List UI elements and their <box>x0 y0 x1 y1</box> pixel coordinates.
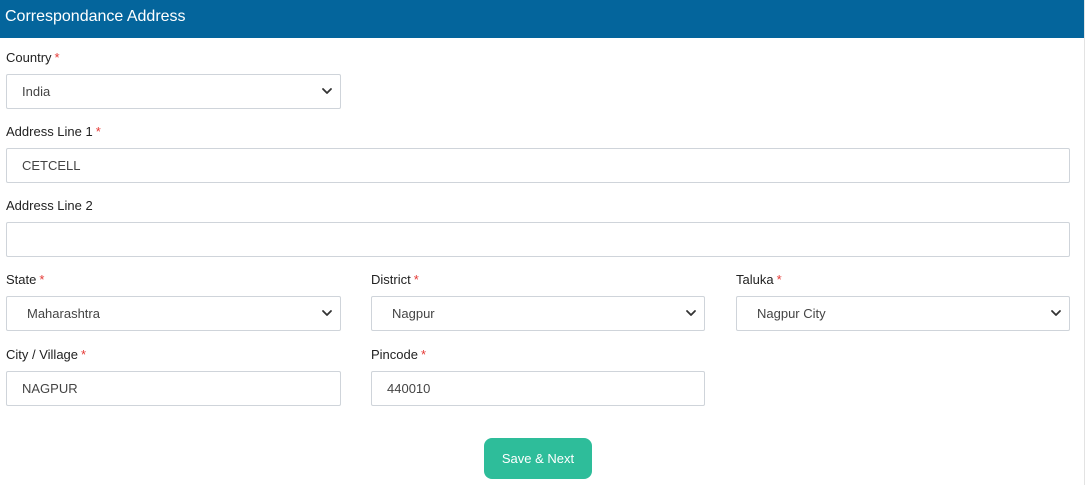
country-select-value: India <box>22 84 51 99</box>
chevron-down-icon <box>1050 307 1062 319</box>
country-label-text: Country <box>6 50 52 65</box>
address-line-1-input[interactable]: CETCELL <box>6 148 1070 183</box>
pincode-value: 440010 <box>387 381 431 396</box>
required-mark: * <box>420 347 427 362</box>
city-village-label: City / Village * <box>6 347 86 362</box>
address-line-2-input[interactable] <box>6 222 1070 257</box>
country-select[interactable]: India <box>6 74 341 109</box>
city-village-input[interactable]: NAGPUR <box>6 371 341 406</box>
taluka-select-value: Nagpur City <box>757 306 826 321</box>
address-line-2-label: Address Line 2 <box>6 198 93 213</box>
required-mark: * <box>95 124 101 139</box>
district-label-text: District <box>371 272 411 287</box>
address-line-1-label: Address Line 1 * <box>6 124 101 139</box>
district-select-value: Nagpur <box>392 306 435 321</box>
state-select-value: Maharashtra <box>27 306 100 321</box>
required-mark: * <box>776 272 782 287</box>
pincode-input[interactable]: 440010 <box>371 371 705 406</box>
required-mark: * <box>54 50 60 65</box>
address-line-1-label-text: Address Line 1 <box>6 124 93 139</box>
pincode-label: Pincode * <box>371 347 426 362</box>
pincode-label-text: Pincode <box>371 347 418 362</box>
chevron-down-icon <box>685 307 697 319</box>
required-mark: * <box>413 272 419 287</box>
address-line-1-value: CETCELL <box>22 158 81 173</box>
chevron-down-icon <box>321 307 333 319</box>
address-line-2-label-text: Address Line 2 <box>6 198 93 213</box>
save-next-button[interactable]: Save & Next <box>484 438 592 479</box>
city-village-value: NAGPUR <box>22 381 78 396</box>
taluka-select[interactable]: Nagpur City <box>736 296 1070 331</box>
taluka-label-text: Taluka <box>736 272 774 287</box>
district-select[interactable]: Nagpur <box>371 296 705 331</box>
correspondence-address-card: Correspondance Address Country * India Ad… <box>0 0 1085 485</box>
chevron-down-icon <box>321 85 333 97</box>
state-label: State * <box>6 272 44 287</box>
taluka-label: Taluka * <box>736 272 782 287</box>
required-mark: * <box>39 272 45 287</box>
state-select[interactable]: Maharashtra <box>6 296 341 331</box>
country-label: Country * <box>6 50 60 65</box>
section-title: Correspondance Address <box>0 0 1084 38</box>
city-village-label-text: City / Village <box>6 347 79 362</box>
state-label-text: State <box>6 272 37 287</box>
required-mark: * <box>81 347 87 362</box>
district-label: District * <box>371 272 419 287</box>
